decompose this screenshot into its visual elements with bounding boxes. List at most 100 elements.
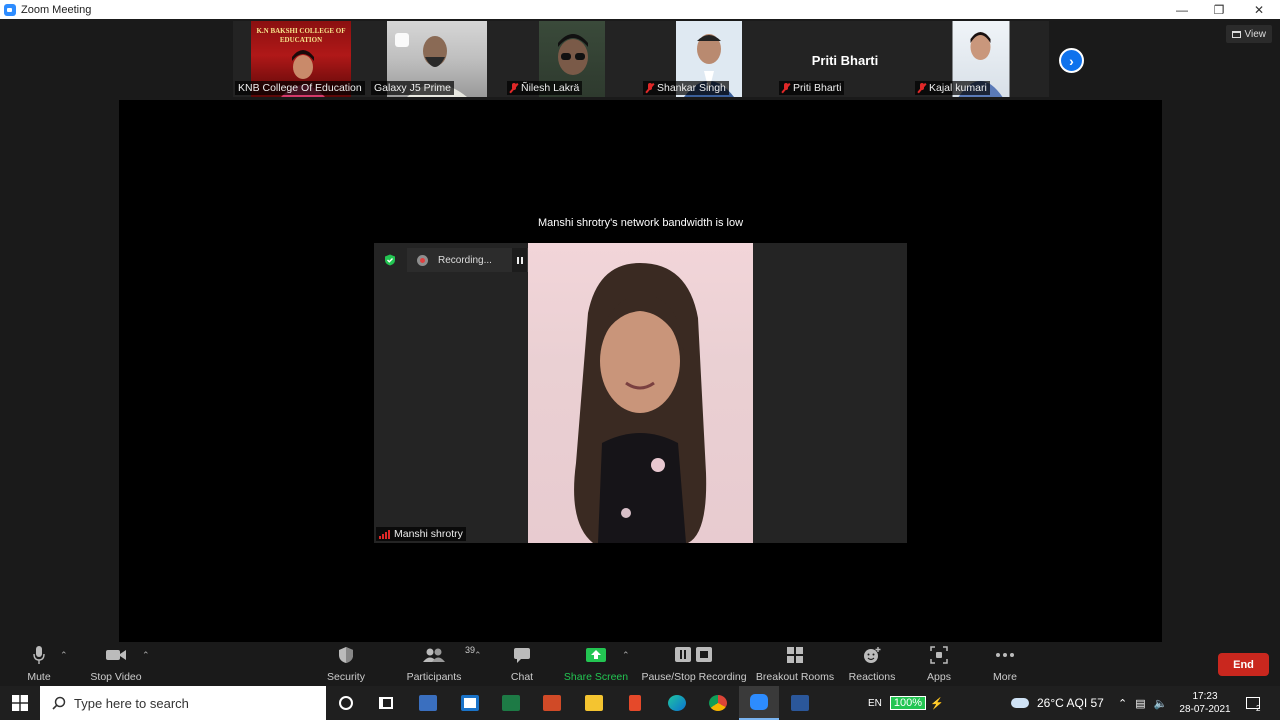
share-screen-icon: [586, 642, 606, 668]
pause-recording-button[interactable]: [512, 248, 527, 272]
edge-icon: [668, 695, 686, 711]
tray-icons: ⌃ ▤ 🔈: [1118, 686, 1167, 720]
restore-button[interactable]: ❐: [1200, 0, 1238, 19]
clock[interactable]: 17:23 28-07-2021: [1176, 686, 1234, 720]
zoom-app-icon: [4, 3, 16, 16]
participant-name: Kajal kumari: [915, 81, 990, 95]
plug-icon: ⚡: [930, 697, 944, 710]
participant-tile[interactable]: Galaxy J5 Prime: [369, 21, 505, 97]
more-button[interactable]: More: [988, 642, 1022, 686]
participant-tile[interactable]: K.N BAKSHI COLLEGE OF EDUCATION KNB Coll…: [233, 21, 369, 97]
title-bar: Zoom Meeting — ❐ ✕: [0, 0, 1280, 19]
minimize-button[interactable]: —: [1163, 0, 1201, 19]
breakout-rooms-label: Breakout Rooms: [755, 671, 835, 683]
battery-indicator[interactable]: 100%: [889, 696, 927, 710]
next-page-button[interactable]: ›: [1059, 48, 1084, 73]
chat-button[interactable]: Chat: [506, 642, 538, 686]
participant-tile[interactable]: Kajal kumari: [913, 21, 1049, 97]
windows-taskbar: Type here to search EN 100% ⚡ 26°C AQI 5…: [0, 686, 1280, 720]
taskbar-word[interactable]: [780, 686, 820, 720]
meeting-area: K.N BAKSHI COLLEGE OF EDUCATION KNB Coll…: [0, 19, 1280, 642]
notification-center-button[interactable]: 2: [1246, 686, 1260, 720]
chevron-up-icon[interactable]: ⌃: [1118, 697, 1127, 710]
shield-icon: [338, 642, 354, 668]
apps-label: Apps: [927, 671, 951, 683]
muted-mic-icon: [646, 83, 654, 93]
muted-mic-icon: [510, 83, 518, 93]
taskbar-ppt[interactable]: [532, 686, 572, 720]
word-icon: [791, 695, 809, 711]
share-screen-button[interactable]: Share Screen: [564, 642, 628, 686]
chat-label: Chat: [510, 671, 534, 683]
notification-icon: [1246, 697, 1260, 709]
pause-stop-recording-icon: [674, 642, 714, 668]
participant-name: Galaxy J5 Prime: [371, 81, 455, 95]
recording-dot-icon: [417, 254, 428, 266]
recording-label: Recording...: [438, 254, 492, 266]
more-dots-icon: [995, 642, 1015, 668]
taskbar-store[interactable]: [450, 686, 490, 720]
taskbar-search-box[interactable]: Type here to search: [40, 686, 326, 720]
share-options-caret-icon[interactable]: ⌃: [622, 650, 630, 661]
participant-tile[interactable]: Priti Bharti Priti Bharti: [777, 21, 913, 97]
participant-name: Priti Bharti: [779, 81, 845, 95]
search-placeholder: Type here to search: [74, 695, 189, 711]
start-button[interactable]: [0, 686, 40, 720]
stop-video-label: Stop Video: [90, 671, 142, 683]
task-view-button[interactable]: [366, 686, 406, 720]
close-button[interactable]: ✕: [1240, 0, 1278, 19]
participants-button[interactable]: 39 Participants: [406, 642, 475, 686]
microphone-icon: [32, 642, 46, 668]
network-icon[interactable]: ▤: [1135, 697, 1145, 710]
stop-video-button[interactable]: Stop Video: [88, 642, 144, 686]
volume-icon[interactable]: 🔈: [1154, 697, 1168, 710]
cortana-circle-icon: [339, 696, 353, 710]
taskbar-chrome[interactable]: [698, 686, 738, 720]
weather-widget[interactable]: 26°C AQI 57: [1011, 686, 1104, 720]
taskbar-excel[interactable]: [491, 686, 531, 720]
recording-indicator: Recording...: [407, 248, 527, 272]
cortana-button[interactable]: [326, 686, 366, 720]
security-button[interactable]: Security: [322, 642, 370, 686]
view-button[interactable]: View: [1225, 25, 1272, 43]
video-camera-icon: [105, 642, 127, 668]
pause-stop-recording-label: Pause/Stop Recording: [641, 671, 747, 683]
taskbar-app-1[interactable]: [408, 686, 448, 720]
search-icon: [52, 696, 66, 710]
participant-name: Ñilesh Lakrä: [507, 81, 583, 95]
pause-icon: [516, 256, 523, 264]
view-label: View: [1244, 28, 1267, 40]
office-icon: [629, 695, 641, 711]
store-icon: [461, 695, 479, 711]
zoom-icon: [750, 694, 768, 710]
speaker-video: [528, 243, 753, 543]
participant-tile[interactable]: Shankar Singh: [641, 21, 777, 97]
reactions-button[interactable]: Reactions: [848, 642, 896, 686]
participant-tile[interactable]: Ñilesh Lakrä: [505, 21, 641, 97]
chat-bubble-icon: [513, 642, 531, 668]
main-stage: Manshi shrotry's network bandwidth is lo…: [119, 100, 1162, 642]
breakout-rooms-button[interactable]: Breakout Rooms: [756, 642, 834, 686]
participants-label: Participants: [406, 671, 462, 683]
language-indicator[interactable]: EN: [868, 698, 882, 709]
pause-stop-recording-button[interactable]: Pause/Stop Recording: [641, 642, 747, 686]
audio-options-caret-icon[interactable]: ⌃: [60, 650, 68, 661]
participant-name: KNB College Of Education: [235, 81, 365, 95]
participant-display-name: Priti Bharti: [811, 53, 879, 68]
video-options-caret-icon[interactable]: ⌃: [142, 650, 150, 661]
zoom-window: Zoom Meeting — ❐ ✕ K.N BAKSHI COLLEGE OF…: [0, 0, 1280, 720]
taskbar-office[interactable]: [615, 686, 655, 720]
excel-icon: [502, 695, 520, 711]
taskbar-file-explorer[interactable]: [574, 686, 614, 720]
taskbar-zoom[interactable]: [739, 686, 779, 720]
meeting-toolbar: Mute ⌃ Stop Video ⌃ Security 39 Particip…: [0, 642, 1280, 686]
taskbar-edge[interactable]: [657, 686, 697, 720]
participants-icon: 39: [423, 642, 475, 668]
apps-button[interactable]: Apps: [922, 642, 956, 686]
mute-button[interactable]: Mute: [22, 642, 56, 686]
task-view-icon: [379, 697, 393, 709]
end-meeting-button[interactable]: End: [1218, 653, 1269, 676]
participants-options-caret-icon[interactable]: ⌃: [474, 650, 482, 661]
participant-strip: K.N BAKSHI COLLEGE OF EDUCATION KNB Coll…: [233, 21, 1049, 99]
system-tray: EN 100% ⚡: [868, 686, 944, 720]
